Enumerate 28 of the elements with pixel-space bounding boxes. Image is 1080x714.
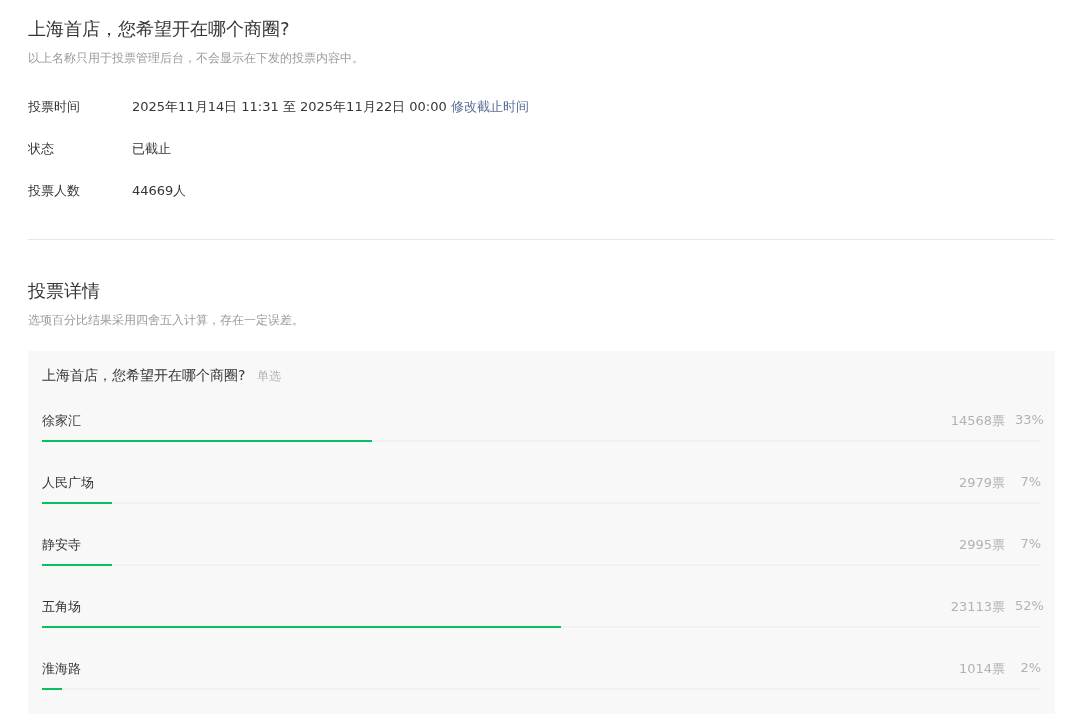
- vote-percent: 33%: [1015, 412, 1041, 429]
- vote-percent: 7%: [1019, 474, 1041, 491]
- section-note: 选项百分比结果采用四舍五入计算，存在一定误差。: [28, 312, 305, 329]
- vote-count: 14568票: [950, 412, 1005, 430]
- vote-percent: 7%: [1019, 536, 1041, 553]
- section-title: 投票详情: [28, 279, 101, 303]
- vote-percent: 52%: [1015, 598, 1041, 615]
- option-name: 人民广场: [42, 474, 94, 492]
- info-label: 投票时间: [28, 98, 81, 116]
- info-label: 投票人数: [28, 182, 81, 200]
- vote-percent: 2%: [1019, 660, 1041, 677]
- question-type: 单选: [257, 368, 282, 385]
- vote-count: 2979票: [958, 474, 1005, 492]
- option-name: 五角场: [42, 598, 81, 616]
- option-name: 淮海路: [42, 660, 81, 678]
- page-title: 上海首店，您希望开在哪个商圈?: [28, 17, 291, 41]
- vote-count: 23113票: [950, 598, 1005, 616]
- option-name: 静安寺: [42, 536, 81, 554]
- info-value: 2025年11月14日 11:31 至 2025年11月22日 00:00: [132, 98, 447, 116]
- question-title: 上海首店，您希望开在哪个商圈?: [42, 367, 246, 385]
- info-value: 已截止: [132, 140, 171, 158]
- subtitle: 以上名称只用于投票管理后台，不会显示在下发的投票内容中。: [28, 50, 365, 67]
- option-name: 徐家汇: [42, 412, 81, 430]
- vote-count: 2995票: [958, 536, 1005, 554]
- edit-deadline-link[interactable]: 修改截止时间: [450, 97, 529, 117]
- vote-count: 1014票: [958, 660, 1005, 678]
- info-value: 44669人: [132, 182, 187, 200]
- info-label: 状态: [28, 140, 55, 158]
